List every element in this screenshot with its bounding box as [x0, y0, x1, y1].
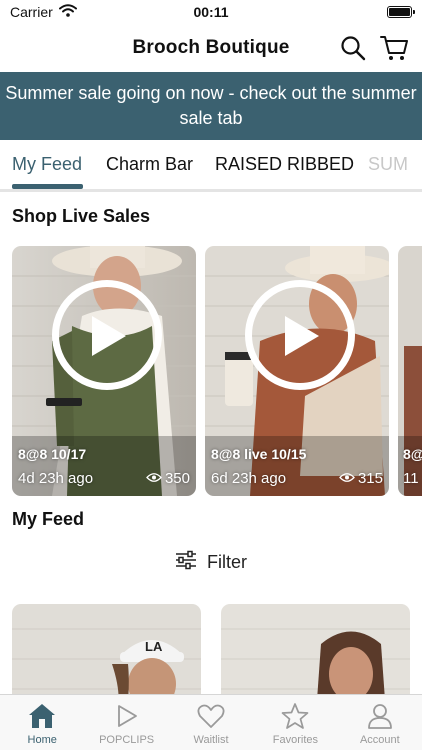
carrier-label: Carrier	[10, 4, 53, 20]
live-sale-time: 6d 23h ago	[211, 470, 287, 487]
wifi-icon	[58, 4, 77, 20]
live-sales-title: Shop Live Sales	[12, 206, 151, 226]
play-icon	[285, 316, 319, 356]
nav-favorites[interactable]: Favorites	[253, 695, 337, 750]
tab-charm-bar[interactable]: Charm Bar	[106, 154, 193, 175]
person-icon	[366, 701, 394, 731]
tab-summer[interactable]: SUM	[368, 154, 408, 175]
tab-my-feed[interactable]: My Feed	[12, 154, 82, 175]
svg-text:LA: LA	[145, 639, 163, 654]
search-icon[interactable]	[340, 35, 366, 66]
nav-waitlist-label: Waitlist	[193, 734, 229, 746]
live-sale-time: 4d 23h ago	[18, 470, 94, 487]
status-time: 00:11	[193, 4, 229, 20]
promo-banner[interactable]: Summer sale going on now - check out the…	[0, 72, 422, 140]
app-title: Brooch Boutique	[132, 37, 290, 58]
live-sale-time: 11	[403, 470, 419, 487]
filter-button[interactable]: Filter	[0, 548, 422, 576]
live-sale-card[interactable]: 8@8 10/17 4d 23h ago 350	[12, 246, 196, 496]
nav-home[interactable]: Home	[0, 695, 84, 750]
cart-icon[interactable]	[380, 34, 408, 67]
view-count: 315	[357, 470, 383, 487]
nav-popclips[interactable]: POPCLIPS	[84, 695, 168, 750]
app-header: Brooch Boutique	[0, 26, 422, 70]
eye-icon	[146, 470, 162, 487]
promo-banner-text: Summer sale going on now - check out the…	[5, 83, 417, 128]
live-sale-card[interactable]: 8@8 live 10/15 6d 23h ago 315	[205, 246, 389, 496]
live-sale-card[interactable]: 8@ 11	[398, 246, 422, 496]
status-right	[272, 6, 415, 18]
live-sale-title: 8@8 10/17	[18, 446, 87, 462]
nav-waitlist[interactable]: Waitlist	[169, 695, 253, 750]
header-actions	[340, 34, 408, 67]
play-icon	[115, 701, 139, 731]
battery-icon	[387, 6, 415, 18]
play-icon	[92, 316, 126, 356]
bottom-nav: Home POPCLIPS Waitlist Favorites Account	[0, 694, 422, 750]
live-sale-title: 8@8 live 10/15	[211, 446, 307, 462]
view-count: 350	[164, 470, 190, 487]
nav-account[interactable]: Account	[338, 695, 422, 750]
nav-favorites-label: Favorites	[272, 734, 319, 746]
star-icon	[280, 701, 310, 731]
status-bar: Carrier 00:11	[0, 0, 422, 24]
eye-icon	[339, 470, 355, 487]
live-sale-views: 315	[339, 470, 383, 487]
active-tab-indicator	[12, 184, 83, 189]
heart-icon	[197, 701, 225, 731]
my-feed-title: My Feed	[12, 509, 85, 529]
tab-raised-ribbed[interactable]: RAISED RIBBED	[215, 154, 354, 175]
nav-popclips-label: POPCLIPS	[99, 734, 155, 746]
filter-label: Filter	[207, 551, 247, 572]
nav-account-label: Account	[359, 734, 400, 746]
nav-home-label: Home	[27, 734, 57, 746]
live-sale-title: 8@	[403, 446, 422, 462]
tab-bar: My Feed Charm Bar RAISED RIBBED SUM	[0, 140, 422, 192]
status-left: Carrier	[10, 4, 150, 20]
sliders-icon	[175, 550, 197, 575]
live-sale-views: 350	[146, 470, 190, 487]
home-icon	[27, 701, 57, 731]
